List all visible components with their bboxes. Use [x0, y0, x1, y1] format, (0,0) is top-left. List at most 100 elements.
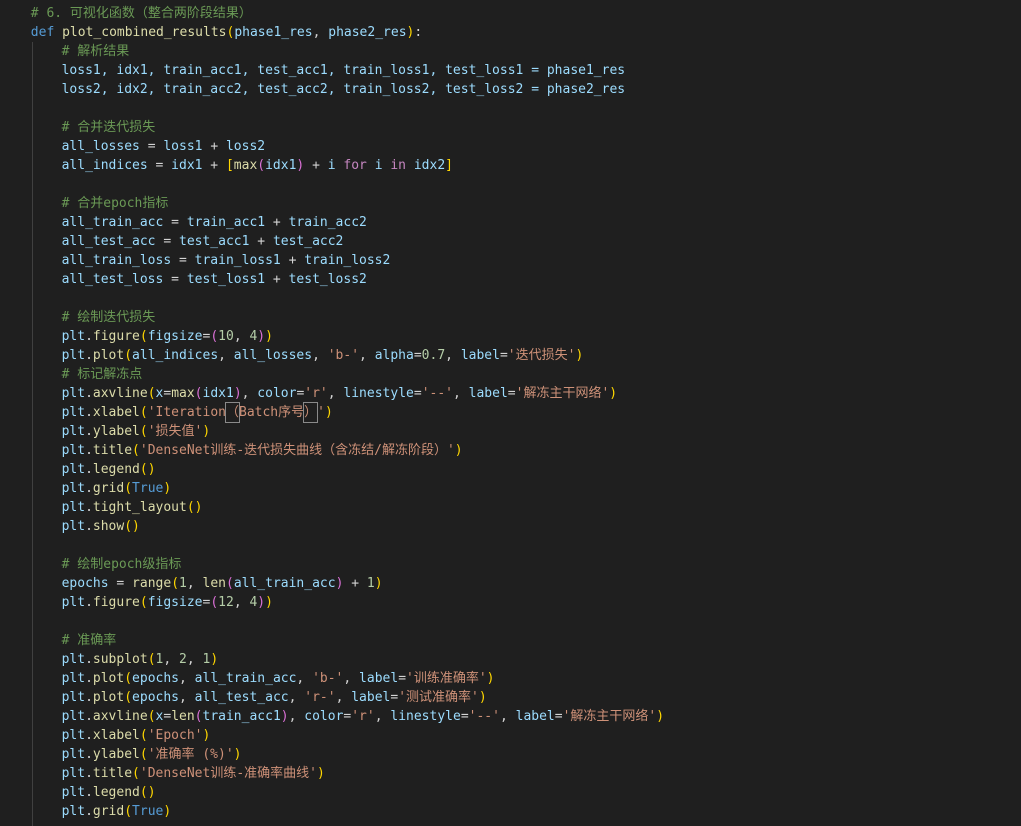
code-line[interactable]: plt. plot(epochs, all_test_acc, 'r-', lab… — [0, 688, 664, 707]
code-token: 'b-' — [312, 671, 344, 686]
code-line[interactable]: # 绘制迭代损失 — [0, 308, 664, 327]
code-token: , — [374, 709, 391, 724]
code-line[interactable]: plt. show() — [0, 517, 664, 536]
code-token: , — [453, 386, 469, 401]
code-token: = — [499, 348, 508, 363]
code-token: . — [85, 329, 93, 344]
code-line[interactable]: plt. grid(True) — [0, 479, 664, 498]
code-token: . — [85, 690, 93, 705]
code-line[interactable]: plt. axvline(x = len(train_acc1), color ='r'… — [0, 707, 664, 726]
code-token: ) — [163, 804, 172, 819]
code-token: 'r' — [304, 386, 328, 401]
code-line[interactable]: # 解析结果 — [0, 42, 664, 61]
code-token: ) — [478, 690, 487, 705]
code-token: = — [343, 709, 352, 724]
code-line[interactable]: plt. ylabel('损失值') — [0, 422, 664, 441]
code-token: ( — [124, 804, 133, 819]
code-token: all_test_loss — [61, 272, 164, 287]
code-token: figure — [92, 329, 140, 344]
code-line[interactable]: all_test_acc = test_acc1 + test_acc2 — [0, 232, 664, 251]
code-token: ) — [233, 386, 242, 401]
code-token: in — [390, 158, 407, 173]
code-token: ) — [147, 785, 156, 800]
code-line[interactable]: all_test_loss = test_loss1 + test_loss2 — [0, 270, 664, 289]
code-token: loss2, idx2, train_acc2, test_acc2, trai… — [61, 82, 626, 97]
code-line[interactable]: # 准确率 — [0, 631, 664, 650]
code-token: # 标记解冻点 — [61, 367, 143, 382]
code-token: ) — [163, 481, 172, 496]
code-line[interactable]: epochs = range(1, len(all_train_acc) + 1… — [0, 574, 664, 593]
code-token: . — [85, 766, 93, 781]
code-line[interactable]: # 绘制epoch级指标 — [0, 555, 664, 574]
code-line[interactable] — [0, 612, 664, 631]
code-line[interactable]: all_indices = idx1 + [max(idx1) + i for … — [0, 156, 664, 175]
code-line[interactable]: plt. xlabel('Epoch') — [0, 726, 664, 745]
code-token: ) — [147, 462, 156, 477]
code-line[interactable]: plt. title('DenseNet训练-准确率曲线') — [0, 764, 664, 783]
code-line[interactable]: # 合并epoch指标 — [0, 194, 664, 213]
code-line[interactable] — [0, 536, 664, 555]
code-line[interactable]: plt. xlabel('Iteration （Batch序号） ') — [0, 402, 664, 423]
code-token: '准确率 (%)' — [147, 747, 234, 762]
code-line[interactable]: plt. legend() — [0, 783, 664, 802]
code-token: ) — [194, 500, 203, 515]
code-token: ( — [257, 158, 266, 173]
code-line[interactable]: plt. subplot(1, 2, 1) — [0, 650, 664, 669]
code-line[interactable]: plt. axvline(x = max(idx1), color ='r', line… — [0, 384, 664, 403]
code-token: [ — [225, 158, 234, 173]
code-token: ( — [226, 25, 235, 40]
code-line[interactable]: # 合并迭代损失 — [0, 118, 664, 137]
code-token: , — [186, 576, 203, 591]
code-editor[interactable]: # 6. 可视化函数（整合两阶段结果） def plot_combined_res… — [0, 0, 1021, 826]
code-line[interactable]: plt. legend() — [0, 460, 664, 479]
code-token: + — [280, 253, 305, 268]
code-line[interactable]: all_train_loss = train_loss1 + train_los… — [0, 251, 664, 270]
code-token: ( — [139, 405, 148, 420]
code-line[interactable]: loss1, idx1, train_acc1, test_acc1, trai… — [0, 61, 664, 80]
code-token: , — [163, 652, 180, 667]
code-line[interactable]: plt. title('DenseNet训练-迭代损失曲线（含冻结/解冻阶段）') — [0, 441, 664, 460]
code-line[interactable]: # 6. 可视化函数（整合两阶段结果） — [0, 4, 664, 23]
code-token: all_train_loss — [61, 253, 172, 268]
code-token: , — [288, 690, 305, 705]
code-token: xlabel — [92, 728, 140, 743]
code-line[interactable]: plt. tight_layout() — [0, 498, 664, 517]
code-token: plt — [61, 348, 86, 363]
code-token: all_train_acc — [194, 671, 297, 686]
code-token: . — [85, 804, 93, 819]
code-line[interactable] — [0, 289, 664, 308]
code-line[interactable]: plt. plot(all_indices, all_losses, 'b-', … — [0, 346, 664, 365]
code-line[interactable]: plt. grid(True) — [0, 802, 664, 821]
code-token: = — [413, 386, 422, 401]
code-line[interactable]: # 标记解冻点 — [0, 365, 664, 384]
code-token: show — [92, 519, 125, 534]
code-token: ( — [147, 652, 156, 667]
code-token: len — [202, 576, 226, 591]
code-line[interactable]: all_losses = loss1 + loss2 — [0, 137, 664, 156]
code-token: # 合并epoch指标 — [61, 196, 169, 211]
code-line[interactable] — [0, 99, 664, 118]
code-line[interactable]: plt. figure(figsize =(10, 4)) — [0, 327, 664, 346]
code-token: grid — [92, 481, 125, 496]
code-line[interactable]: loss2, idx2, train_acc2, test_acc2, trai… — [0, 80, 664, 99]
code-token: = — [507, 386, 516, 401]
code-line[interactable]: def plot_combined_results(phase1_res, ph… — [0, 23, 664, 42]
code-token: subplot — [92, 652, 148, 667]
code-line[interactable] — [0, 175, 664, 194]
code-token: grid — [92, 804, 125, 819]
code-line[interactable]: plt. plot(epochs, all_train_acc, 'b-', la… — [0, 669, 664, 688]
code-token: ) — [265, 329, 273, 344]
code-line[interactable]: all_train_acc = train_acc1 + train_acc2 — [0, 213, 664, 232]
code-token: ( — [132, 766, 140, 781]
code-token: 4 — [249, 329, 258, 344]
code-token: , — [241, 386, 258, 401]
code-token: '--' — [468, 709, 500, 724]
code-token: + — [343, 576, 367, 591]
code-token: ( — [124, 519, 133, 534]
code-line[interactable]: plt. figure(figsize =(12, 4)) — [0, 593, 664, 612]
code-token: train_loss2 — [304, 253, 391, 268]
code-token: axvline — [92, 709, 148, 724]
code-token: . — [85, 481, 93, 496]
code-line[interactable]: plt. ylabel('准确率 (%)') — [0, 745, 664, 764]
code-token: ) — [210, 652, 219, 667]
